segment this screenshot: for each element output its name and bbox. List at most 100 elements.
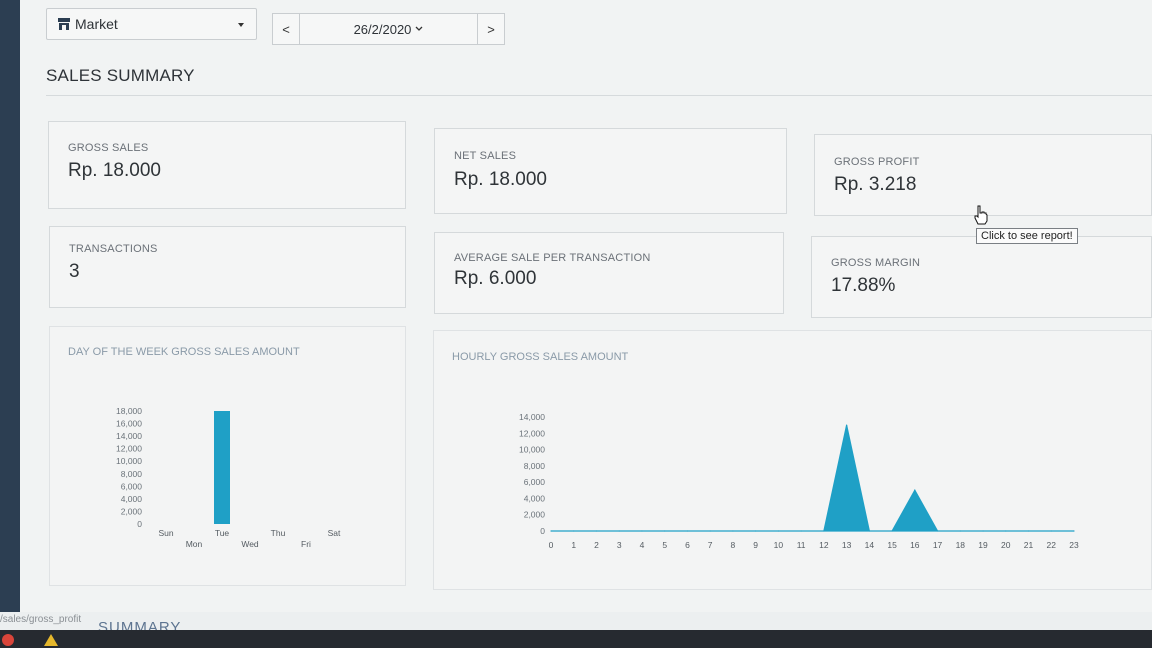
data-point (959, 530, 961, 532)
x-tick-label: 8 (731, 540, 736, 550)
transactions-label: TRANSACTIONS (69, 243, 158, 255)
store-icon (58, 18, 70, 30)
date-value: 26/2/2020 (353, 21, 412, 37)
y-tick-label: 10,000 (116, 456, 142, 466)
data-point (823, 530, 825, 532)
x-tick-label: 11 (797, 540, 806, 550)
gross-sales-card[interactable]: GROSS SALES Rp. 18.000 (48, 121, 406, 209)
x-tick-label: 18 (956, 540, 966, 550)
x-tick-label: 20 (1001, 540, 1011, 550)
gross-sales-value: Rp. 18.000 (68, 160, 161, 181)
data-point (618, 530, 620, 532)
average-sale-label: AVERAGE SALE PER TRANSACTION (454, 252, 651, 264)
transactions-card[interactable]: TRANSACTIONS 3 (49, 226, 406, 308)
gross-profit-value: Rp. 3.218 (834, 174, 917, 195)
data-point (732, 530, 734, 532)
date-prev-button[interactable]: < (272, 13, 300, 45)
y-tick-label: 2,000 (524, 510, 546, 520)
y-tick-label: 12,000 (519, 428, 545, 438)
x-tick-label: 17 (933, 540, 943, 550)
gross-margin-card[interactable]: GROSS MARGIN 17.88% (811, 236, 1152, 318)
y-tick-label: 14,000 (116, 431, 142, 441)
x-tick-label: Thu (271, 528, 286, 538)
data-point (709, 530, 711, 532)
y-tick-label: 12,000 (116, 444, 142, 454)
x-tick-label: 19 (978, 540, 988, 550)
x-tick-label: Wed (241, 539, 259, 549)
date-next-button[interactable]: > (477, 13, 505, 45)
caret-down-icon (238, 23, 244, 27)
x-tick-label: 4 (640, 540, 645, 550)
data-point (982, 530, 984, 532)
y-tick-label: 6,000 (524, 477, 546, 487)
y-tick-label: 0 (540, 526, 545, 536)
data-point (1073, 530, 1075, 532)
y-tick-label: 0 (137, 519, 142, 529)
data-point (800, 530, 802, 532)
x-tick-label: 14 (865, 540, 875, 550)
date-navigator: < 26/2/2020 > (272, 13, 505, 45)
taskbar (0, 630, 1152, 648)
title-divider (46, 95, 1152, 96)
gross-margin-label: GROSS MARGIN (831, 257, 921, 269)
average-sale-value: Rp. 6.000 (454, 268, 537, 289)
x-tick-label: Sun (158, 528, 173, 538)
y-tick-label: 16,000 (116, 419, 142, 429)
data-point (868, 530, 870, 532)
x-tick-label: 15 (887, 540, 897, 550)
y-tick-label: 18,000 (116, 406, 142, 416)
net-sales-label: NET SALES (454, 150, 517, 162)
y-tick-label: 4,000 (524, 493, 546, 503)
x-tick-label: Tue (215, 528, 230, 538)
warning-icon[interactable] (44, 634, 58, 646)
y-tick-label: 8,000 (524, 461, 546, 471)
data-point (664, 530, 666, 532)
data-point (755, 530, 757, 532)
x-tick-label: 12 (819, 540, 829, 550)
left-nav-edge (0, 0, 20, 612)
y-tick-label: 6,000 (121, 481, 143, 491)
series-area (551, 425, 1074, 532)
x-tick-label: Mon (186, 539, 203, 549)
x-tick-label: Fri (301, 539, 311, 549)
hand-pointer-icon (974, 205, 988, 225)
hourly-chart: 14,000 12,000 10,000 8,000 6,000 4,000 2,000 00… (519, 412, 1079, 550)
data-point (686, 530, 689, 532)
x-tick-label: 21 (1024, 540, 1034, 550)
gross-profit-card[interactable]: GROSS PROFIT Rp. 3.218 (814, 134, 1152, 216)
y-tick-label: 10,000 (519, 445, 545, 455)
hourly-chart-card: HOURLY GROSS SALES AMOUNT 14,000 12,000 10… (433, 330, 1152, 590)
data-point (573, 530, 575, 532)
x-tick-label: 13 (842, 540, 852, 550)
y-tick-label: 14,000 (519, 412, 545, 422)
data-point (1050, 530, 1052, 532)
x-tick-label: 7 (708, 540, 713, 550)
x-tick-label: 23 (1069, 540, 1079, 550)
date-picker[interactable]: 26/2/2020 (300, 13, 477, 45)
status-url: /sales/gross_profit (0, 614, 82, 625)
gross-sales-label: GROSS SALES (68, 142, 149, 154)
browser-icon[interactable] (2, 634, 14, 646)
x-tick-label: 3 (617, 540, 622, 550)
x-tick-label: Sat (328, 528, 341, 538)
weekday-chart-card: DAY OF THE WEEK GROSS SALES AMOUNT 18,00… (49, 326, 406, 586)
transactions-value: 3 (69, 261, 80, 282)
x-tick-label: 10 (774, 540, 784, 550)
x-tick-label: 0 (549, 540, 554, 550)
data-point (641, 530, 643, 532)
data-point (891, 530, 893, 532)
page-title: SALES SUMMARY (46, 66, 195, 85)
average-sale-card[interactable]: AVERAGE SALE PER TRANSACTION Rp. 6.000 (434, 232, 784, 314)
data-point (936, 530, 939, 532)
x-tick-label: 6 (685, 540, 690, 550)
gross-profit-label: GROSS PROFIT (834, 156, 920, 168)
data-point (550, 530, 552, 532)
weekday-chart: 18,000 16,000 14,000 12,000 10,000 8,000 6,000… (116, 406, 341, 549)
outlet-label: Market (75, 16, 118, 32)
outlet-select[interactable]: Market (46, 8, 257, 40)
bar (214, 411, 230, 524)
net-sales-card[interactable]: NET SALES Rp. 18.000 (434, 128, 787, 214)
data-point (846, 424, 848, 426)
x-tick-label: 1 (571, 540, 576, 550)
x-tick-label: 9 (753, 540, 758, 550)
